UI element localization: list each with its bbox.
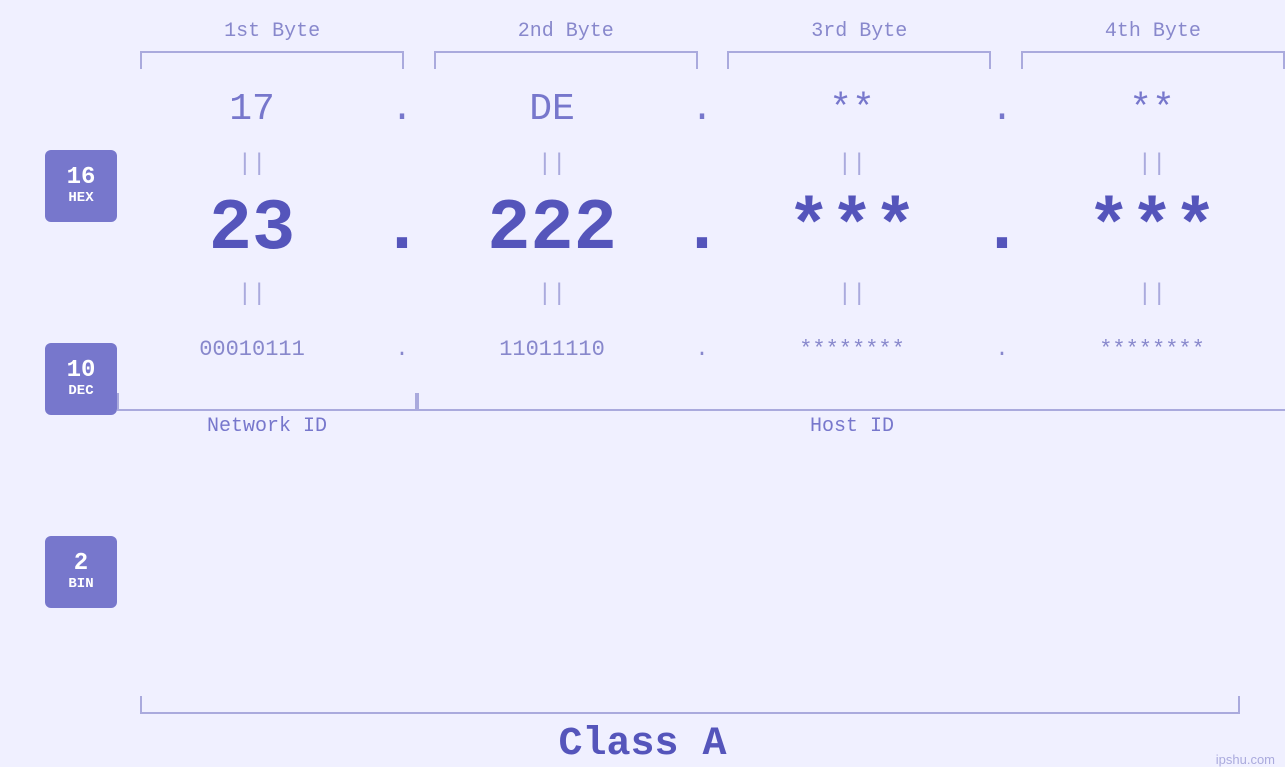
equals-row-2: || || || || <box>117 279 1285 309</box>
eq1-b4: || <box>1017 151 1285 178</box>
eq1-b2: || <box>417 151 687 178</box>
labels-column: 16 HEX 10 DEC 2 BIN <box>45 69 117 688</box>
host-id-label: Host ID <box>417 411 1285 438</box>
eq2-b1: || <box>117 281 387 308</box>
bin-byte3: ******** <box>717 337 987 362</box>
eq1-b1: || <box>117 151 387 178</box>
main-container: 1st Byte 2nd Byte 3rd Byte 4th Byte 16 H… <box>0 0 1285 767</box>
bin-dot1: . <box>387 337 417 362</box>
bin-byte4: ******** <box>1017 337 1285 362</box>
dec-byte4: *** <box>1017 188 1285 270</box>
dec-byte1: 23 <box>117 188 387 270</box>
bottom-brackets <box>117 393 1285 411</box>
hex-dot1: . <box>387 88 417 131</box>
eq2-b4: || <box>1017 281 1285 308</box>
bin-dot3: . <box>987 337 1017 362</box>
byte1-header: 1st Byte <box>140 20 404 43</box>
byte4-header: 4th Byte <box>1021 20 1285 43</box>
hex-byte3: ** <box>717 88 987 131</box>
bracket-byte4 <box>1021 51 1285 69</box>
dec-byte3: *** <box>717 188 987 270</box>
main-bracket <box>140 696 1240 714</box>
dec-badge: 10 DEC <box>45 343 117 415</box>
dec-row: 23 . 222 . *** . *** <box>117 179 1285 279</box>
dec-dot3: . <box>987 188 1017 270</box>
class-row: Class A ipshu.com <box>0 714 1285 767</box>
eq2-b2: || <box>417 281 687 308</box>
hex-byte1: 17 <box>117 88 387 131</box>
id-labels-row: Network ID Host ID <box>117 411 1285 438</box>
network-id-label: Network ID <box>117 411 417 438</box>
equals-row-1: || || || || <box>117 149 1285 179</box>
hex-badge: 16 HEX <box>45 150 117 222</box>
eq1-b3: || <box>717 151 987 178</box>
hex-byte4: ** <box>1017 88 1285 131</box>
watermark: ipshu.com <box>1216 752 1275 767</box>
host-id-bracket <box>417 393 1285 411</box>
bin-byte2: 11011110 <box>417 337 687 362</box>
bracket-byte1 <box>140 51 404 69</box>
bin-row: 00010111 . 11011110 . ******** . <box>117 309 1285 389</box>
header-row: 1st Byte 2nd Byte 3rd Byte 4th Byte <box>0 0 1285 43</box>
bracket-byte2 <box>434 51 698 69</box>
byte2-header: 2nd Byte <box>434 20 698 43</box>
main-bracket-row <box>0 696 1285 714</box>
byte3-header: 3rd Byte <box>727 20 991 43</box>
dec-dot2: . <box>687 188 717 270</box>
dec-byte2: 222 <box>417 188 687 270</box>
top-brackets <box>0 51 1285 69</box>
dec-dot1: . <box>387 188 417 270</box>
content-area: 16 HEX 10 DEC 2 BIN 17 . <box>0 69 1285 688</box>
data-columns: 17 . DE . ** . ** <box>117 69 1285 688</box>
hex-dot2: . <box>687 88 717 131</box>
hex-byte2: DE <box>417 88 687 131</box>
bin-badge: 2 BIN <box>45 536 117 608</box>
hex-row: 17 . DE . ** . ** <box>117 69 1285 149</box>
network-id-bracket <box>117 393 417 411</box>
bin-byte1: 00010111 <box>117 337 387 362</box>
eq2-b3: || <box>717 281 987 308</box>
bin-dot2: . <box>687 337 717 362</box>
bracket-byte3 <box>727 51 991 69</box>
hex-dot3: . <box>987 88 1017 131</box>
class-label: Class A <box>558 722 726 767</box>
